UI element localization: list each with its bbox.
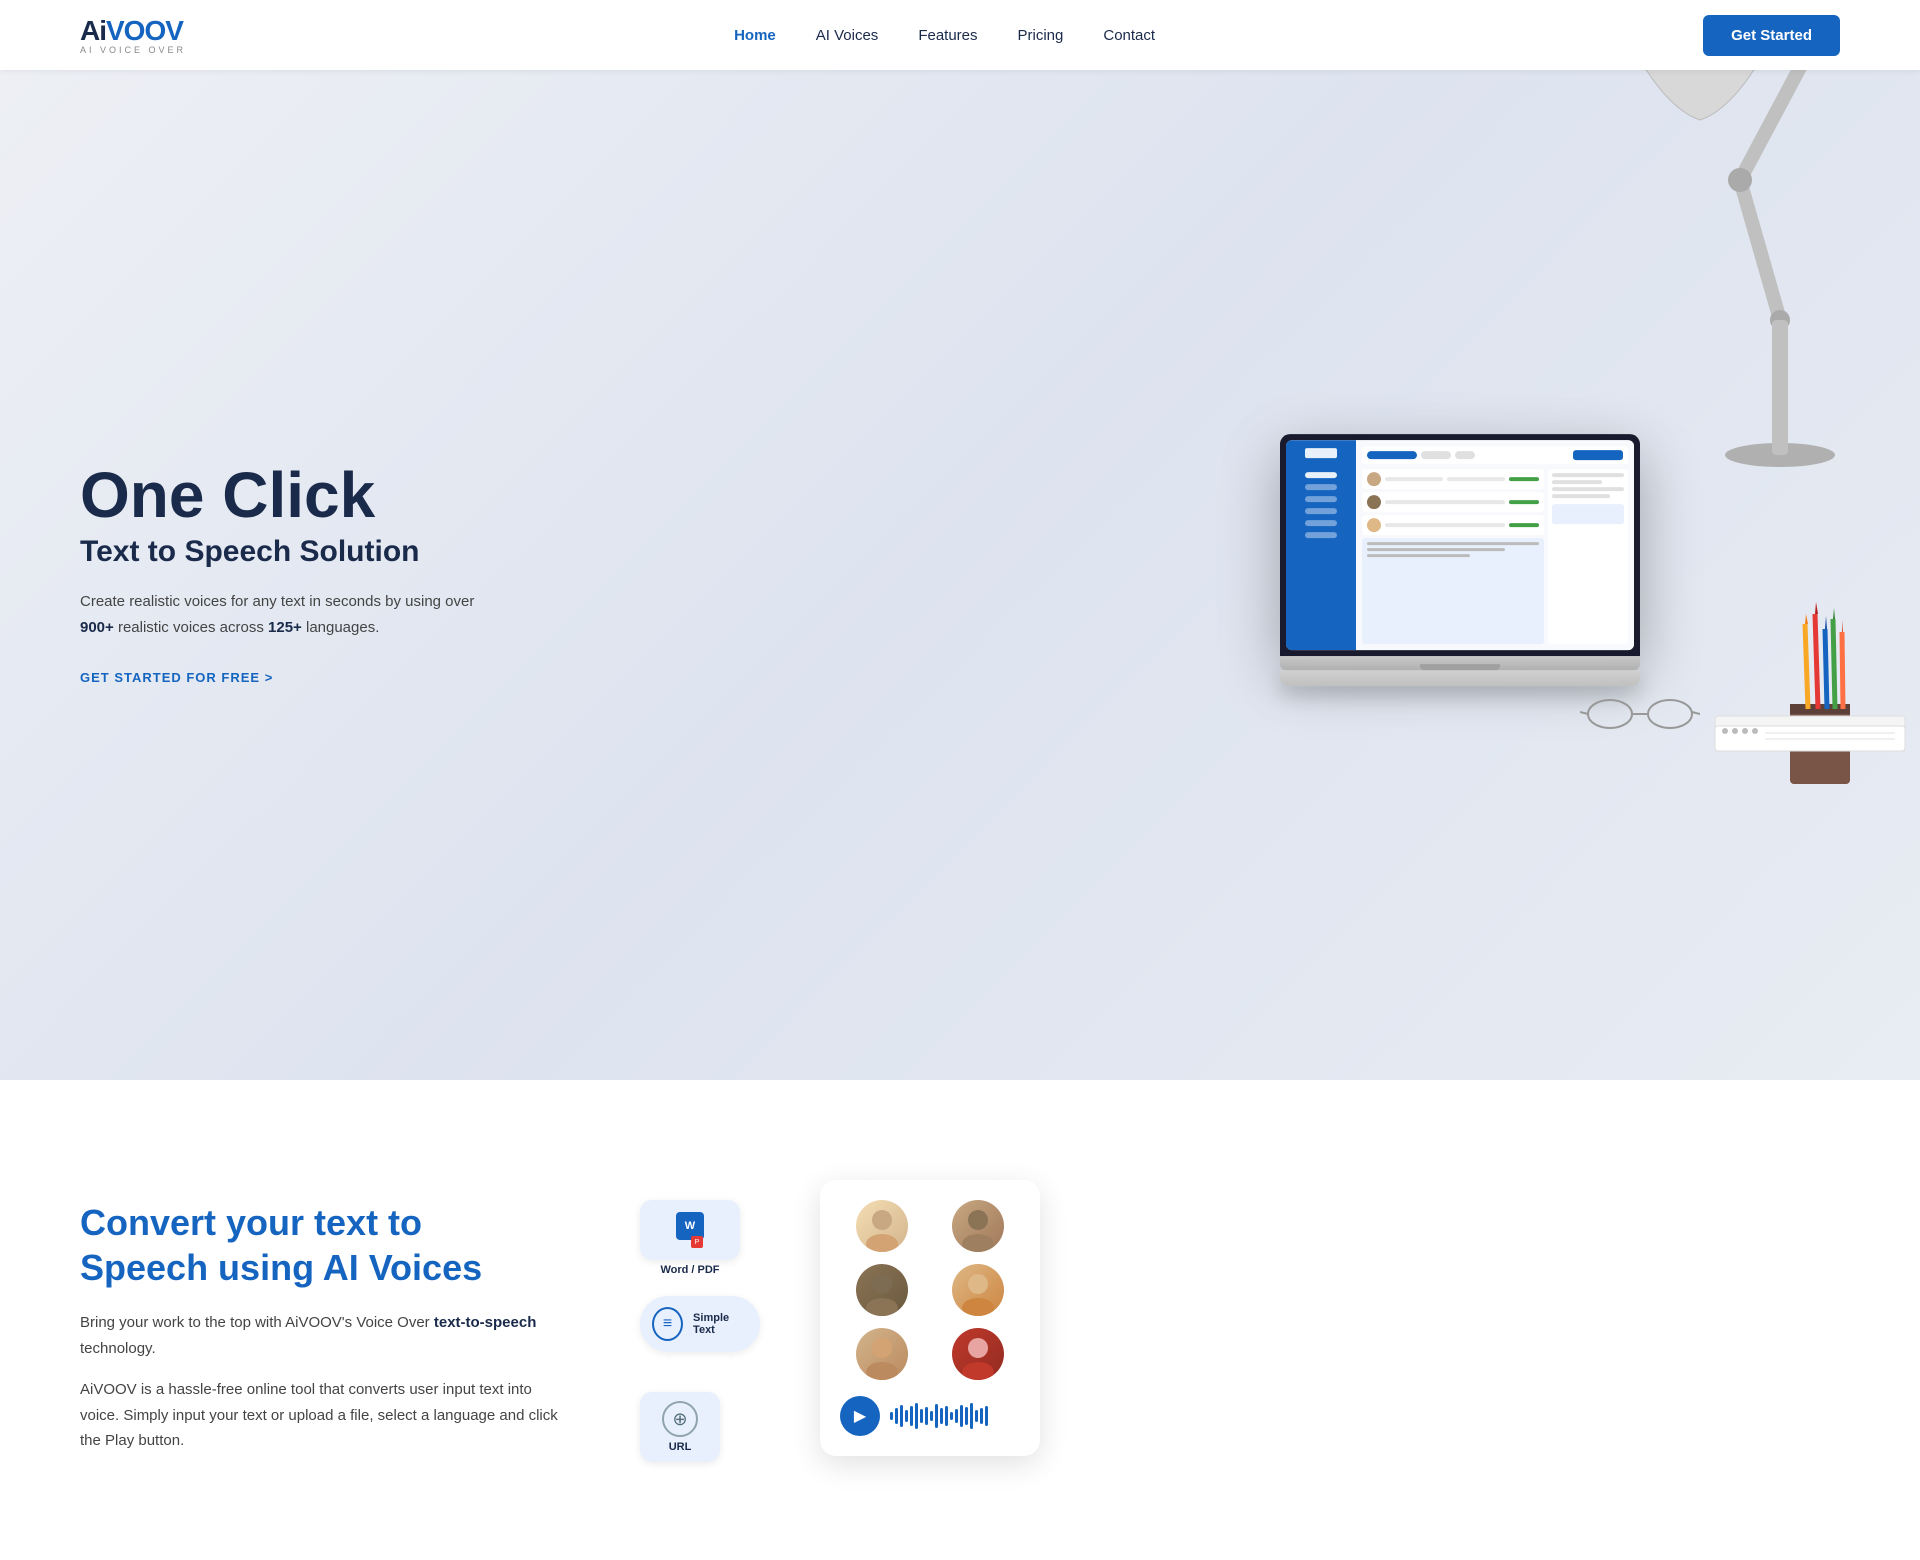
play-area: ▶ xyxy=(840,1396,1020,1436)
content-row-3 xyxy=(1362,515,1544,535)
hero-desc-2: realistic voices across xyxy=(114,619,268,636)
sidebar-item-6 xyxy=(1305,532,1337,538)
avatar-2 xyxy=(1367,495,1381,509)
sidebar-item-4 xyxy=(1305,508,1337,514)
app-sidebar xyxy=(1286,440,1356,650)
voice-avatar-3 xyxy=(856,1264,908,1316)
play-button[interactable]: ▶ xyxy=(840,1396,880,1436)
laptop-base xyxy=(1280,656,1640,670)
pencil-cup-illustration xyxy=(1770,594,1870,794)
nav-link-contact[interactable]: Contact xyxy=(1103,27,1155,44)
word-pdf-method: W P Word / PDF xyxy=(640,1200,800,1280)
hero-desc-3: languages. xyxy=(302,619,380,636)
section2-text: Convert your text to Speech using AI Voi… xyxy=(80,1160,560,1470)
logo: AiVOOV AI VOICE OVER xyxy=(80,15,186,55)
sidebar-item-1 xyxy=(1305,472,1337,478)
input-methods: W P Word / PDF ≡ Simple Text ⊕ URL xyxy=(640,1180,800,1472)
simple-text-label: Simple Text xyxy=(693,1312,748,1336)
voice-avatars-grid xyxy=(840,1200,1020,1380)
right-panel xyxy=(1548,469,1628,644)
nav-link-features[interactable]: Features xyxy=(918,27,977,44)
logo-ai: Ai xyxy=(80,15,106,46)
sidebar-item-2 xyxy=(1305,484,1337,490)
topbar-title xyxy=(1367,451,1417,459)
hero-desc-1: Create realistic voices for any text in … xyxy=(80,593,474,610)
waveform xyxy=(890,1401,1020,1431)
app-content-area xyxy=(1362,469,1628,644)
section2-title: Convert your text to Speech using AI Voi… xyxy=(80,1200,560,1290)
nav-link-home[interactable]: Home xyxy=(734,27,776,44)
simple-text-method: ≡ Simple Text xyxy=(640,1296,800,1376)
voice-avatar-6 xyxy=(952,1328,1004,1380)
word-pdf-label: Word / PDF xyxy=(640,1264,740,1276)
sidebar-logo xyxy=(1305,448,1337,458)
hero-section: One Click Text to Speech Solution Create… xyxy=(0,0,1920,1080)
content-row-1 xyxy=(1362,469,1544,489)
topbar-item-1 xyxy=(1421,451,1451,459)
url-label: URL xyxy=(669,1441,692,1453)
get-started-button[interactable]: Get Started xyxy=(1703,15,1840,56)
hero-description: Create realistic voices for any text in … xyxy=(80,589,480,640)
right-panel-visual xyxy=(1552,504,1624,524)
topbar-item-2 xyxy=(1455,451,1475,459)
sidebar-item-5 xyxy=(1305,520,1337,526)
section2: Convert your text to Speech using AI Voi… xyxy=(0,1080,1920,1560)
hero-highlight-2: 125+ xyxy=(268,619,302,636)
glasses-illustration xyxy=(1580,694,1700,734)
laptop-screen xyxy=(1280,434,1640,656)
laptop-keyboard xyxy=(1280,670,1640,686)
voice-avatar-4 xyxy=(952,1264,1004,1316)
topbar-cta xyxy=(1573,450,1623,460)
nav-links: Home AI Voices Features Pricing Contact xyxy=(734,27,1155,44)
hero-highlight-1: 900+ xyxy=(80,619,114,636)
voice-avatar-5 xyxy=(856,1328,908,1380)
app-ui-mockup xyxy=(1286,440,1634,650)
nav-link-ai-voices[interactable]: AI Voices xyxy=(816,27,879,44)
text-input-area xyxy=(1362,538,1544,644)
hero-content: One Click Text to Speech Solution Create… xyxy=(0,403,560,747)
avatar-3 xyxy=(1367,518,1381,532)
section2-visual: W P Word / PDF ≡ Simple Text ⊕ URL xyxy=(640,1160,1840,1472)
logo-voov: VOOV xyxy=(106,15,183,46)
hero-title-sub: Text to Speech Solution xyxy=(80,535,480,569)
section2-title-2: Speech using AI Voices xyxy=(80,1247,482,1288)
sidebar-item-3 xyxy=(1305,496,1337,502)
voice-avatar-1 xyxy=(856,1200,908,1252)
content-left xyxy=(1362,469,1544,644)
lamp-illustration xyxy=(1540,0,1920,480)
laptop-mockup xyxy=(1280,434,1640,686)
hero-image-area xyxy=(672,0,1920,1080)
laptop-screen-inner xyxy=(1286,440,1634,650)
section2-desc-2: AiVOOV is a hassle-free online tool that… xyxy=(80,1377,560,1454)
avatar-1 xyxy=(1367,472,1381,486)
nav-link-pricing[interactable]: Pricing xyxy=(1018,27,1064,44)
content-row-2 xyxy=(1362,492,1544,512)
url-method: ⊕ URL xyxy=(640,1392,800,1472)
hero-cta-link[interactable]: GET STARTED FOR FREE > xyxy=(80,670,273,687)
navbar: AiVOOV AI VOICE OVER Home AI Voices Feat… xyxy=(0,0,1920,70)
section2-desc-1: Bring your work to the top with AiVOOV's… xyxy=(80,1310,560,1361)
hero-title-main: One Click xyxy=(80,463,480,527)
section2-title-1: Convert your text to xyxy=(80,1202,422,1243)
voices-panel: ▶ xyxy=(820,1180,1040,1456)
app-topbar xyxy=(1362,446,1628,464)
logo-sub: AI VOICE OVER xyxy=(80,45,186,55)
notebook-illustration xyxy=(1710,696,1910,756)
app-main-content xyxy=(1356,440,1634,650)
voice-avatar-2 xyxy=(952,1200,1004,1252)
